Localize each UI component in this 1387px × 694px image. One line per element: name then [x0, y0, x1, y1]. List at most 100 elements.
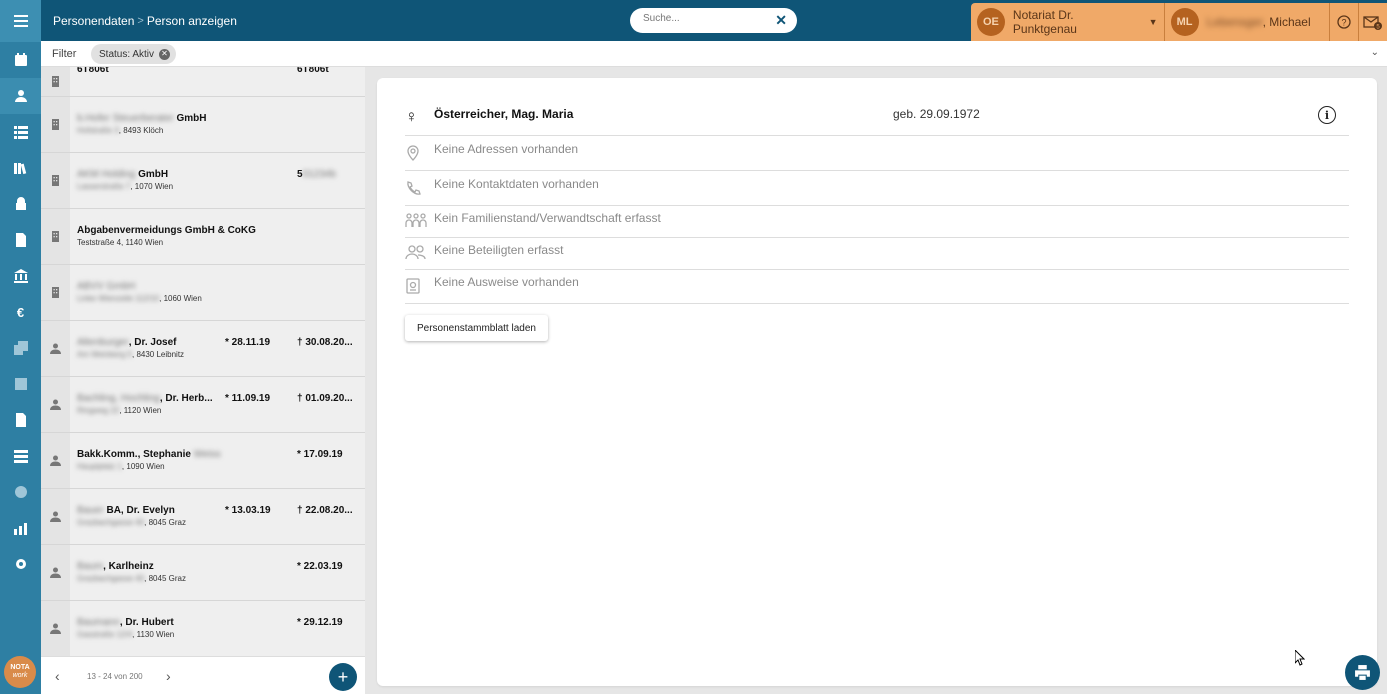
redacted-text: Grazbachgasse 40	[77, 574, 145, 583]
list-item-date: * 29.12.19	[297, 617, 343, 628]
filter-label[interactable]: Filter	[52, 48, 76, 60]
list-icon[interactable]	[0, 114, 41, 150]
gear-icon[interactable]	[0, 546, 41, 582]
breadcrumb-item[interactable]: Personendaten	[53, 14, 134, 28]
list-item-name: Baum, Karlheinz	[77, 561, 154, 572]
list-item-date: † 01.09.20...	[297, 393, 353, 404]
filter-chip-label: Status: Aktiv	[99, 48, 155, 60]
search-box: ✕	[630, 8, 797, 33]
list-item-address: Linke Wienzeile 112/10, 1060 Wien	[77, 294, 202, 303]
family-text: Kein Familienstand/Verwandtschaft erfass…	[434, 211, 661, 225]
remove-filter-icon[interactable]: ✕	[159, 48, 171, 60]
list-item[interactable]: ABVV GmbH Linke Wienzeile 112/10, 1060 Wi…	[41, 265, 365, 321]
participants-row[interactable]: Keine Beteiligten erfasst	[405, 238, 1349, 270]
list-item-address: Teststraße 4, 1140 Wien	[77, 238, 164, 247]
org-selector[interactable]: OE Notariat Dr. Punktgenau ▼	[971, 3, 1164, 41]
list-item-birth: * 13.03.19	[225, 505, 271, 516]
print-button[interactable]	[1345, 655, 1380, 690]
list-item-address: Hauptplatz 1, 1090 Wien	[77, 462, 165, 471]
list-item[interactable]: Abgabenvermeidungs GmbH & CoKG Teststraße…	[41, 209, 365, 265]
search-input[interactable]	[643, 13, 763, 24]
person-birthdate: geb. 29.09.1972	[893, 107, 980, 121]
person-icon[interactable]	[0, 78, 41, 114]
chevron-left-icon[interactable]: ‹	[55, 668, 60, 684]
building-icon	[41, 67, 70, 96]
list-item-name: AKM Holding GmbH	[77, 169, 169, 180]
participants-text: Keine Beteiligten erfasst	[434, 243, 564, 257]
euro-icon[interactable]: €	[0, 294, 41, 330]
redacted-text: b.Hofer Steuerberater	[77, 113, 174, 124]
list-item[interactable]: b.Hofer Steuerberater GmbH Hofstraße 3, 8…	[41, 97, 365, 153]
contacts-row[interactable]: Keine Kontaktdaten vorhanden	[405, 171, 1349, 206]
filter-bar: Filter Status: Aktiv ✕ ⌄	[41, 41, 1387, 67]
books-icon[interactable]	[0, 150, 41, 186]
user-avatar: ML	[1170, 8, 1199, 36]
menu-icon[interactable]	[0, 0, 41, 42]
mail-icon[interactable]: 5	[1359, 14, 1387, 30]
redacted-text: AKM Holding	[77, 169, 136, 180]
list-item-address: Gasstraße 12/4, 1130 Wien	[77, 630, 175, 639]
info-icon[interactable]: i	[1318, 106, 1336, 124]
addresses-row[interactable]: Keine Adressen vorhanden	[405, 136, 1349, 171]
load-person-sheet-button[interactable]: Personenstammblatt laden	[405, 315, 548, 341]
list-item-name: 6T806t	[77, 67, 109, 75]
redacted-text: Altenburger	[77, 337, 129, 348]
chart-icon[interactable]	[0, 510, 41, 546]
building-icon	[41, 153, 70, 208]
chevron-right-icon: >	[137, 15, 144, 27]
list-item-date: 6T806t	[297, 67, 329, 75]
file-icon[interactable]	[0, 402, 41, 438]
square-icon[interactable]	[0, 366, 41, 402]
redacted-text: Lasserstraße 7	[77, 182, 131, 191]
list-item-address: Grazbachgasse 40, 8045 Graz	[77, 574, 186, 583]
list-item-address: Hofstraße 3, 8493 Klöch	[77, 126, 164, 135]
list-item[interactable]: 6T806t 6T806t	[41, 67, 365, 97]
addresses-text: Keine Adressen vorhanden	[434, 142, 579, 156]
pagination: ‹ 13 - 24 von 200 › +	[41, 656, 365, 694]
document-icon[interactable]	[0, 222, 41, 258]
chevron-right-icon[interactable]: ›	[166, 668, 171, 684]
list-item[interactable]: Bauer BA, Dr. Evelyn Grazbachgasse 40, 80…	[41, 489, 365, 545]
safe-icon[interactable]	[0, 186, 41, 222]
close-icon[interactable]: ✕	[775, 12, 787, 29]
list-item-birth: * 28.11.19	[225, 337, 271, 348]
redacted-text: Lebensger	[1206, 15, 1263, 29]
person-icon	[41, 601, 70, 656]
redacted-text: Linke Wienzeile 112/10	[77, 294, 160, 303]
family-row[interactable]: Kein Familienstand/Verwandtschaft erfass…	[405, 206, 1349, 238]
filter-chip[interactable]: Status: Aktiv ✕	[91, 44, 177, 64]
list-item-name: Bakk.Komm., Stephanie Weiss	[77, 449, 221, 460]
list-item[interactable]: AKM Holding GmbH Lasserstraße 7, 1070 Wie…	[41, 153, 365, 209]
add-person-button[interactable]: +	[329, 663, 357, 691]
chevron-down-icon[interactable]: ⌄	[1371, 47, 1379, 58]
building-icon	[41, 209, 70, 264]
info-icon[interactable]	[0, 474, 41, 510]
org-avatar: OE	[977, 8, 1005, 36]
list-item-birth: * 11.09.19	[225, 393, 271, 404]
list-item-name: Abgabenvermeidungs GmbH & CoKG	[77, 225, 256, 236]
id-documents-text: Keine Ausweise vorhanden	[434, 275, 579, 289]
list-item-address: Am Weinberg 5, 8430 Leibnitz	[77, 350, 185, 359]
redacted-text: Baum	[77, 561, 104, 572]
list-item[interactable]: Altenburger, Dr. Josef Am Weinberg 5, 843…	[41, 321, 365, 377]
bank-icon[interactable]	[0, 258, 41, 294]
user-menu[interactable]: ML Lebensger, Michael	[1165, 3, 1330, 41]
id-documents-row[interactable]: Keine Ausweise vorhanden	[405, 270, 1349, 304]
redacted-text: Baumann	[77, 617, 120, 628]
top-bar: Personendaten > Person anzeigen ✕ OE Not…	[41, 0, 1387, 41]
person-icon	[41, 433, 70, 488]
list-item[interactable]: Baum, Karlheinz Grazbachgasse 40, 8045 Gr…	[41, 545, 365, 601]
list-item[interactable]: Bachling, Hochling, Dr. Herb... Ringweg 2…	[41, 377, 365, 433]
list-item[interactable]: Baumann, Dr. Hubert Gasstraße 12/4, 1130 …	[41, 601, 365, 656]
redacted-text: Hofstraße 3	[77, 126, 119, 135]
person-icon	[41, 321, 70, 376]
table-icon[interactable]	[0, 438, 41, 474]
person-detail-card: ♀ Österreicher, Mag. Maria geb. 29.09.19…	[377, 78, 1377, 686]
redacted-text: Ringweg 22	[77, 406, 120, 415]
breadcrumb-item: Person anzeigen	[146, 14, 237, 28]
female-icon: ♀	[405, 107, 418, 126]
help-icon[interactable]: ?	[1330, 15, 1358, 29]
calendar-check-icon[interactable]	[0, 42, 41, 78]
list-item[interactable]: Bakk.Komm., Stephanie Weiss Hauptplatz 1,…	[41, 433, 365, 489]
copy-icon[interactable]	[0, 330, 41, 366]
